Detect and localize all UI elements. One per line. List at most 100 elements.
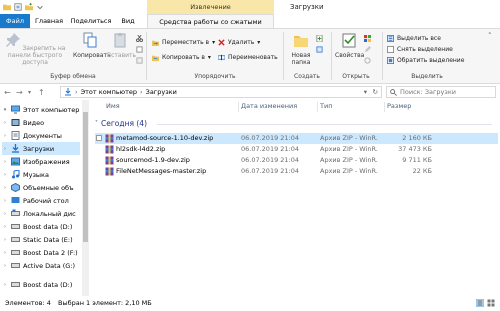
address-bar[interactable]: › Этот компьютер › Загрузки ▾ ↻ — [60, 86, 382, 98]
nav-scrollbar-thumb[interactable] — [83, 112, 88, 242]
nav-item-documents[interactable]: › Документы — [2, 129, 80, 142]
breadcrumb-this-pc[interactable]: Этот компьютер — [81, 88, 137, 96]
copy-path-button[interactable] — [136, 45, 143, 54]
column-divider[interactable] — [238, 102, 239, 112]
delete-icon — [218, 39, 225, 46]
delete-label: Удалить — [228, 39, 255, 46]
nav-item-3d-objects[interactable]: › Объемные объ — [2, 181, 80, 194]
nav-item-this-pc[interactable]: ▾ Этот компьютер — [2, 103, 80, 116]
expand-chevron-icon[interactable]: › — [2, 224, 8, 230]
expand-chevron-icon[interactable]: › — [2, 133, 8, 139]
tab-share[interactable]: Поделиться — [70, 14, 112, 28]
new-folder-icon[interactable] — [25, 3, 33, 11]
column-header-name[interactable]: Имя — [106, 100, 120, 113]
file-row[interactable]: hl2sdk-l4d2.zip 06.07.2019 21:04 Архив Z… — [95, 144, 498, 155]
search-box[interactable]: Поиск: Загрузки — [386, 86, 496, 98]
nav-item-active-data-g[interactable]: › Active Data (G:) — [2, 259, 80, 272]
expand-chevron-icon[interactable]: › — [2, 237, 8, 243]
nav-item-boost-data-d[interactable]: › Boost data (D:) — [2, 220, 80, 233]
recent-chevron-icon[interactable]: ▾ — [28, 89, 31, 96]
file-row[interactable]: FileNetMessages-master.zip 06.07.2019 21… — [95, 166, 498, 177]
invert-selection-button[interactable]: Обратить выделение — [387, 56, 464, 65]
nav-item-boost-data-2-f[interactable]: › Boost Data 2 (F:) — [2, 246, 80, 259]
chevron-down-icon[interactable] — [36, 3, 44, 11]
expand-chevron-icon[interactable]: › — [2, 198, 8, 204]
expand-chevron-icon[interactable]: › — [2, 250, 8, 256]
navigation-pane: ▾ Этот компьютер › Видео › Документы › З… — [0, 100, 82, 296]
collapse-ribbon-icon[interactable]: ˄ — [488, 32, 492, 40]
details-view-icon[interactable] — [476, 299, 484, 307]
properties-button[interactable]: Свойства — [335, 32, 364, 59]
column-header-date[interactable]: Дата изменения — [241, 100, 297, 113]
copy-to-button[interactable]: Копировать в ▾ — [152, 53, 211, 62]
history-button[interactable] — [364, 56, 371, 65]
zip-archive-icon — [105, 167, 114, 176]
nav-item-static-data-e[interactable]: › Static Data (E:) — [2, 233, 80, 246]
cut-button[interactable] — [136, 34, 143, 43]
nav-label: Музыка — [23, 170, 49, 179]
rename-button[interactable]: Переименовать — [218, 53, 278, 62]
up-arrow-icon[interactable]: ↑ — [38, 88, 45, 97]
column-header-type[interactable]: Тип — [320, 100, 332, 113]
expand-chevron-icon[interactable]: › — [2, 120, 8, 126]
3d-objects-icon — [11, 183, 20, 192]
column-header-size[interactable]: Размер — [387, 100, 411, 113]
open-button[interactable] — [364, 34, 371, 43]
expand-chevron-icon[interactable]: › — [2, 146, 8, 152]
nav-item-desktop[interactable]: › Рабочий стол — [2, 194, 80, 207]
copy-button[interactable]: Копировать — [73, 32, 110, 59]
tab-home[interactable]: Главная — [30, 14, 68, 28]
paste-shortcut-button[interactable] — [136, 56, 143, 65]
nav-item-pictures[interactable]: › Изображения — [2, 155, 80, 168]
zip-archive-icon — [105, 156, 114, 165]
file-row[interactable]: metamod-source-1.10-dev.zip 06.07.2019 2… — [95, 133, 498, 144]
select-none-button[interactable]: Снять выделение — [387, 45, 453, 54]
breadcrumb-downloads[interactable]: Загрузки — [146, 88, 177, 96]
pin-quick-access-button[interactable]: Закрепить на панели быстрого доступа — [2, 32, 68, 66]
new-item-button[interactable] — [316, 34, 323, 43]
column-divider[interactable] — [384, 102, 385, 112]
documents-icon — [11, 131, 20, 140]
nav-item-local-disk[interactable]: › Локальный дис — [2, 207, 80, 220]
row-checkbox[interactable] — [96, 135, 102, 141]
file-list: Имя Дата изменения Тип Размер ˅ Сегодня … — [89, 100, 500, 296]
edit-button[interactable] — [364, 45, 371, 54]
column-divider[interactable] — [317, 102, 318, 112]
back-arrow-icon[interactable]: ← — [4, 88, 11, 97]
delete-button[interactable]: Удалить ▾ — [218, 38, 260, 47]
tab-compressed-tools[interactable]: Средства работы со сжатыми папками — [147, 14, 274, 40]
move-to-button[interactable]: Переместить в ▾ — [152, 38, 215, 47]
select-all-button[interactable]: Выделить все — [387, 34, 441, 43]
nav-item-boost-data-d-2[interactable]: › Boost data (D:) — [2, 278, 80, 291]
properties-icon[interactable] — [14, 3, 22, 11]
zip-archive-icon — [105, 145, 114, 154]
music-icon — [12, 170, 20, 179]
expand-chevron-icon[interactable]: › — [2, 185, 8, 191]
new-folder-button[interactable]: Новая папка — [287, 32, 315, 66]
chevron-down-icon: ▾ — [212, 39, 216, 46]
expand-chevron-icon[interactable]: ▾ — [2, 107, 8, 113]
expand-chevron-icon[interactable]: › — [2, 172, 8, 178]
nav-item-video[interactable]: › Видео — [2, 116, 80, 129]
expand-chevron-icon[interactable]: › — [2, 211, 8, 217]
address-dropdown-icon[interactable]: ▾ — [364, 88, 367, 96]
drive-icon — [11, 263, 20, 268]
file-row[interactable]: sourcemod-1.9-dev.zip 06.07.2019 21:04 А… — [95, 155, 498, 166]
easy-access-button[interactable] — [316, 45, 323, 54]
group-header-today[interactable]: ˅ Сегодня (4) — [95, 119, 147, 128]
move-to-label: Переместить в — [162, 39, 210, 46]
drive-icon — [11, 250, 20, 255]
paste-button[interactable]: Вставить — [107, 32, 136, 59]
refresh-icon[interactable]: ↻ — [373, 88, 378, 96]
tab-file[interactable]: Файл — [0, 14, 30, 28]
expand-chevron-icon[interactable]: › — [2, 263, 8, 269]
expand-chevron-icon[interactable]: › — [2, 159, 8, 165]
expand-chevron-icon[interactable]: › — [2, 282, 8, 288]
computer-icon — [11, 105, 20, 114]
collapse-chevron-icon[interactable]: ˅ — [95, 120, 98, 127]
large-icons-view-icon[interactable] — [487, 299, 495, 307]
nav-item-music[interactable]: › Музыка — [2, 168, 80, 181]
tab-view[interactable]: Вид — [114, 14, 142, 28]
nav-item-downloads[interactable]: › Загрузки — [2, 142, 80, 155]
forward-arrow-icon[interactable]: → — [16, 88, 23, 97]
